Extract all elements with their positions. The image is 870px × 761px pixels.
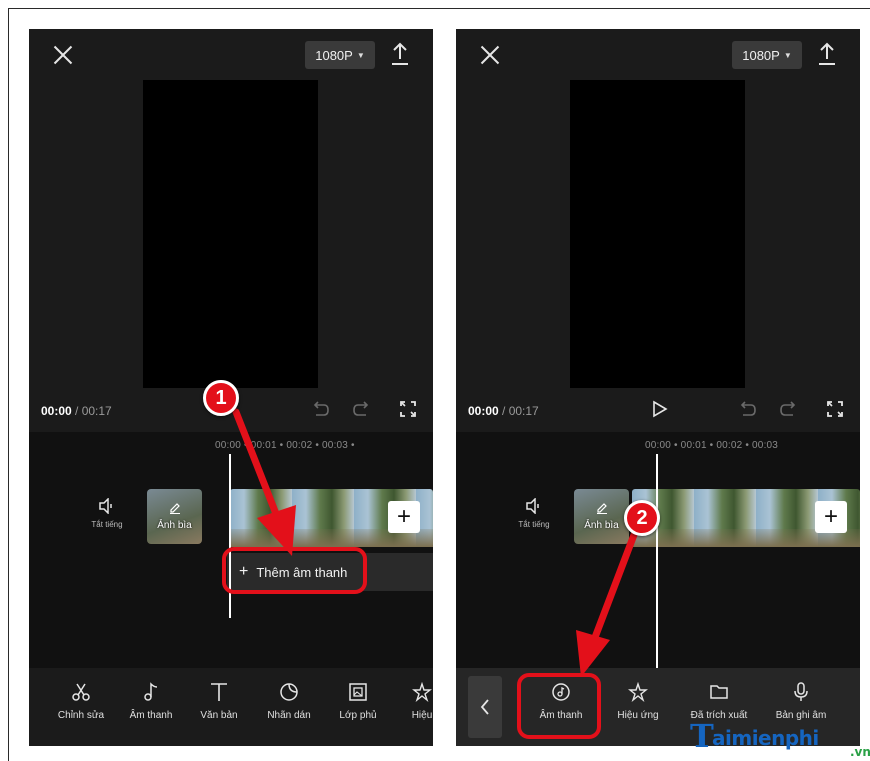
effects-icon (628, 682, 648, 702)
speaker-icon (99, 498, 112, 514)
cover-thumbnail[interactable]: Ảnh bìa (574, 489, 629, 544)
redo-icon[interactable] (352, 399, 372, 419)
time-ruler: 00:00 • 00:01 • 00:02 • 00:03 (645, 440, 779, 451)
fullscreen-icon[interactable] (398, 399, 418, 419)
highlight-audio-tool (517, 673, 601, 739)
play-icon[interactable] (649, 399, 669, 419)
tool-label: Hiệu ứng (617, 710, 659, 721)
close-icon[interactable] (478, 43, 502, 67)
edit-icon (170, 503, 180, 514)
resolution-dropdown[interactable]: 1080P ▼ (305, 41, 375, 69)
current-time: 00:00 (41, 404, 72, 418)
highlight-add-audio (222, 547, 367, 594)
export-icon[interactable] (816, 41, 838, 67)
chevron-left-icon (480, 699, 489, 715)
microphone-icon (794, 682, 808, 701)
speaker-icon (526, 498, 539, 514)
top-bar: 1080P ▼ (29, 29, 433, 81)
video-preview[interactable] (570, 80, 745, 388)
text-icon (211, 683, 227, 701)
step-badge-1: 1 (203, 380, 239, 416)
top-bar: 1080P ▼ (456, 29, 860, 81)
tool-voiceover[interactable]: Bản ghi âm (766, 682, 836, 721)
mute-button[interactable]: Tắt tiếng (504, 498, 564, 529)
undo-icon[interactable] (737, 399, 757, 419)
mute-label: Tắt tiếng (91, 520, 123, 529)
effects-icon (412, 682, 432, 702)
tool-effects[interactable]: Hiệu (387, 682, 433, 721)
watermark-name: aimienphi (712, 726, 819, 750)
right-phone-screen: 1080P ▼ 00:00 / 00:17 00:00 • 00:01 • 00… (456, 29, 860, 746)
resolution-label: 1080P (315, 47, 353, 63)
frame-top-border (8, 8, 870, 9)
tool-label: Văn bản (200, 710, 238, 721)
overlay-icon (349, 683, 367, 701)
tool-label: Âm thanh (129, 710, 173, 721)
undo-icon[interactable] (310, 399, 330, 419)
mute-label: Tắt tiếng (518, 520, 550, 529)
cover-thumbnail[interactable]: Ảnh bìa (147, 489, 202, 544)
bottom-toolbar: Chỉnh sửa Âm thanh Văn bản Nhãn dán Lớp … (29, 668, 433, 746)
tool-sound-effects[interactable]: Hiệu ứng (603, 682, 673, 721)
resolution-label: 1080P (742, 47, 780, 63)
export-icon[interactable] (389, 41, 411, 67)
edit-icon (597, 503, 607, 514)
redo-icon[interactable] (779, 399, 799, 419)
tool-overlay[interactable]: Lớp phủ (323, 682, 393, 721)
tool-label: Hiệu (411, 710, 433, 721)
tool-extracted[interactable]: Đã trích xuất (684, 682, 754, 721)
current-time: 00:00 (468, 404, 499, 418)
scissors-icon (72, 683, 90, 701)
frame-left-border (8, 8, 9, 761)
cover-label: Ảnh bìa (157, 520, 192, 531)
tool-edit[interactable]: Chỉnh sửa (46, 682, 116, 721)
tool-audio[interactable]: Âm thanh (116, 682, 186, 721)
total-duration: / 00:17 (71, 404, 112, 418)
close-icon[interactable] (51, 43, 75, 67)
caret-down-icon: ▼ (356, 50, 365, 60)
add-clip-button[interactable]: + (388, 501, 420, 533)
cover-label: Ảnh bìa (584, 520, 619, 531)
back-button[interactable] (468, 676, 502, 738)
tool-label: Lớp phủ (339, 710, 377, 721)
step-badge-2: 2 (624, 500, 660, 536)
sticker-icon (280, 683, 298, 701)
timeline[interactable]: 00:00 • 00:01 • 00:02 • 00:03 Tắt tiếng … (456, 432, 860, 668)
video-preview[interactable] (143, 80, 318, 388)
watermark-letter: T (690, 717, 714, 755)
playhead[interactable] (656, 454, 658, 668)
resolution-dropdown[interactable]: 1080P ▼ (732, 41, 802, 69)
timecode: 00:00 / 00:17 (468, 404, 539, 418)
timecode: 00:00 / 00:17 (41, 404, 112, 418)
watermark-suffix: .vn (850, 745, 870, 759)
watermark-logo: T aimienphi .vn (690, 720, 870, 761)
tool-sticker[interactable]: Nhãn dán (254, 682, 324, 721)
music-note-icon (144, 682, 158, 701)
add-clip-button[interactable]: + (815, 501, 847, 533)
tool-text[interactable]: Văn bản (184, 682, 254, 721)
fullscreen-icon[interactable] (825, 399, 845, 419)
tool-label: Chỉnh sửa (57, 710, 105, 721)
caret-down-icon: ▼ (783, 50, 792, 60)
folder-icon (710, 685, 728, 699)
mute-button[interactable]: Tắt tiếng (77, 498, 137, 529)
total-duration: / 00:17 (498, 404, 539, 418)
time-ruler: 00:00 • 00:01 • 00:02 • 00:03 • (215, 440, 355, 451)
tool-label: Nhãn dán (267, 710, 311, 721)
